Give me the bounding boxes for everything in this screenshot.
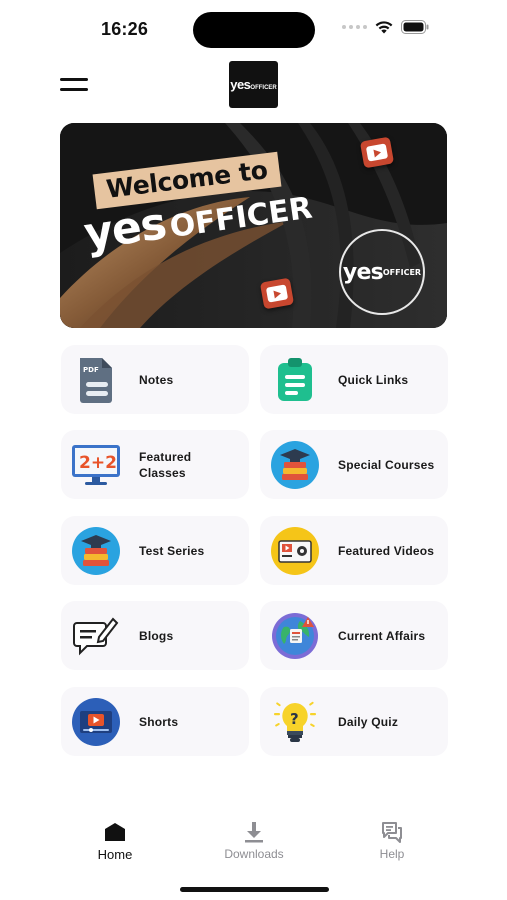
tile-label: Featured Classes (139, 449, 192, 480)
nav-help[interactable]: Help (347, 820, 437, 861)
nav-downloads[interactable]: Downloads (209, 820, 299, 861)
tile-label: Featured Videos (338, 543, 435, 558)
play-icon (359, 136, 395, 169)
tile-label: Test Series (139, 543, 205, 558)
status-icons (342, 20, 429, 34)
lightbulb-question-icon: ? (270, 697, 320, 747)
welcome-banner[interactable]: Welcome to yesOFFICER yes OFFICER (60, 123, 447, 328)
tile-label: Special Courses (338, 457, 435, 472)
nav-label: Help (379, 847, 405, 861)
nav-label: Downloads (224, 847, 284, 861)
status-time: 16:26 (101, 19, 149, 39)
tile-label: Current Affairs (338, 628, 426, 643)
tile-blogs[interactable]: Blogs (61, 601, 249, 670)
graduation-books-icon (270, 440, 320, 490)
nav-home[interactable]: Home (70, 820, 160, 862)
tile-shorts[interactable]: Shorts (61, 687, 249, 756)
battery-icon (401, 20, 429, 34)
tile-featured-classes[interactable]: 2+2 Featured Classes (61, 430, 249, 499)
nav-label: Home (97, 847, 133, 862)
tile-special-courses[interactable]: Special Courses (260, 430, 448, 499)
graduation-books-icon (71, 526, 121, 576)
svg-text:PDF: PDF (83, 366, 99, 374)
svg-text:2+2: 2+2 (79, 453, 117, 473)
home-indicator (180, 887, 329, 892)
menu-button[interactable] (60, 78, 88, 94)
globe-news-icon (270, 611, 320, 661)
tile-quick-links[interactable]: Quick Links (260, 345, 448, 414)
blog-edit-icon (71, 611, 121, 661)
tile-notes[interactable]: PDF Notes (61, 345, 249, 414)
tile-label: Quick Links (338, 372, 409, 387)
video-settings-icon (270, 526, 320, 576)
tile-label: Daily Quiz (338, 714, 399, 729)
tile-label: Notes (139, 372, 174, 387)
clipboard-icon (270, 355, 320, 405)
download-icon (209, 820, 299, 844)
home-icon (70, 820, 160, 844)
video-player-icon (71, 697, 121, 747)
cellular-signal-icon (342, 25, 367, 29)
dynamic-island (193, 12, 315, 48)
logo-wordmark: yesOFFICER (230, 77, 277, 92)
chat-help-icon (347, 820, 437, 844)
play-icon (259, 277, 295, 310)
tile-label: Shorts (139, 714, 179, 729)
app-logo: yesOFFICER (229, 61, 278, 108)
tile-daily-quiz[interactable]: ? Daily Quiz (260, 687, 448, 756)
pdf-notes-icon: PDF (71, 355, 121, 405)
bottom-navigation: Home Downloads Help (0, 806, 507, 876)
tile-current-affairs[interactable]: Current Affairs (260, 601, 448, 670)
svg-text:?: ? (290, 710, 299, 728)
wifi-icon (375, 21, 393, 34)
monitor-icon: 2+2 (71, 440, 121, 490)
status-bar: 16:26 (0, 0, 507, 58)
banner-logo-seal: yes OFFICER (339, 229, 425, 315)
tile-test-series[interactable]: Test Series (61, 516, 249, 585)
tile-label: Blogs (139, 628, 174, 643)
hamburger-icon (60, 78, 88, 81)
tile-featured-videos[interactable]: Featured Videos (260, 516, 448, 585)
